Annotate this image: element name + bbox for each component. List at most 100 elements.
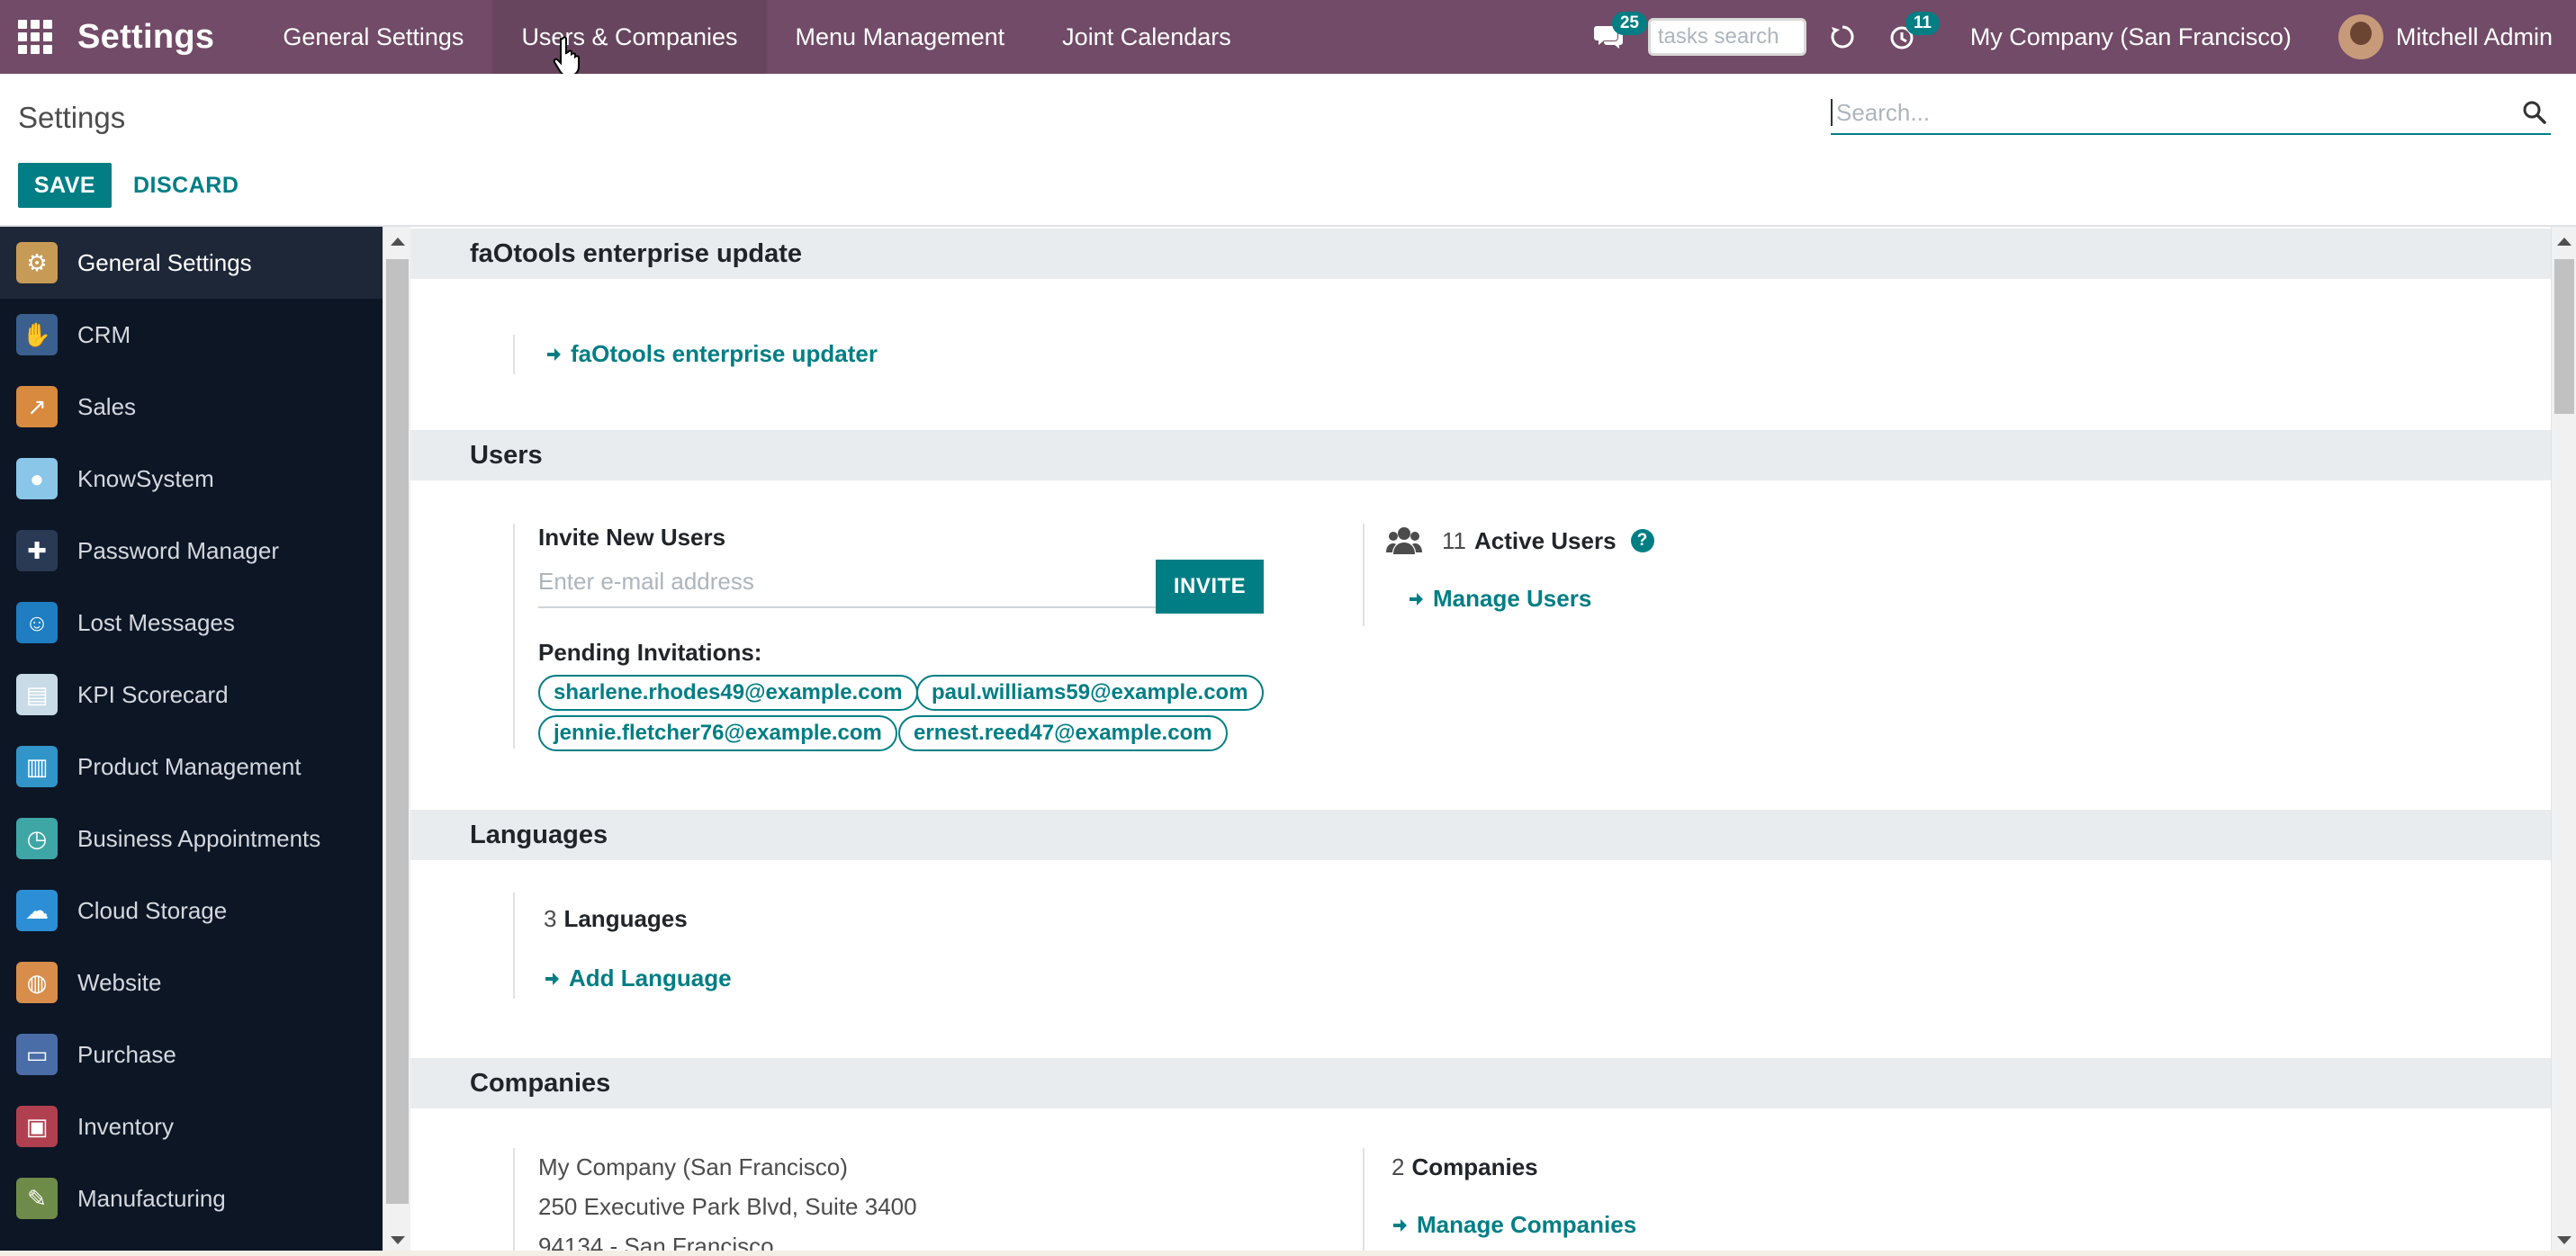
invite-label: Invite New Users <box>538 524 726 551</box>
sidebar-item-purchase[interactable]: ▭ Purchase <box>0 1018 383 1090</box>
users-icon <box>1386 527 1422 554</box>
section-languages-title: Languages <box>410 810 2551 860</box>
pending-invitation-pill[interactable]: ernest.reed47@example.com <box>898 715 1228 751</box>
languages-count-row: 3 Languages <box>544 905 688 933</box>
languages-label: Languages <box>563 905 688 932</box>
chat-refresh-icon[interactable] <box>1826 21 1859 53</box>
arrow-right-icon <box>547 347 561 361</box>
sidebar-item-kpi-scorecard[interactable]: ▤ KPI Scorecard <box>0 659 383 731</box>
settings-search[interactable]: Search... <box>1831 92 2551 135</box>
globe-icon: ◍ <box>16 962 58 1003</box>
user-menu[interactable]: Mitchell Admin <box>2396 23 2553 51</box>
wrench-icon: ✎ <box>16 1178 58 1219</box>
content-scroll-thumb[interactable] <box>2554 259 2574 414</box>
sidebar-scroll-thumb[interactable] <box>386 259 409 1204</box>
invite-button[interactable]: INVITE <box>1156 560 1264 614</box>
sidebar-item-website[interactable]: ◍ Website <box>0 946 383 1018</box>
content-scrollbar[interactable] <box>2551 227 2576 1256</box>
menu-users-companies[interactable]: Users & Companies <box>492 0 767 74</box>
pending-invitation-pill[interactable]: paul.williams59@example.com <box>916 675 1264 711</box>
companies-count-setting: 2 Companies Manage Companies <box>1363 1148 1903 1256</box>
sidebar-item-crm[interactable]: ✋ CRM <box>0 299 383 371</box>
sidebar-item-lost-messages[interactable]: ☺ Lost Messages <box>0 587 383 659</box>
invite-users-setting: Invite New Users Enter e-mail address IN… <box>513 524 1323 751</box>
sidebar-item-business-appointments[interactable]: ◷ Business Appointments <box>0 803 383 875</box>
save-button[interactable]: SAVE <box>18 163 112 208</box>
user-avatar[interactable] <box>2337 14 2383 59</box>
sidebar-item-cloud-storage[interactable]: ☁ Cloud Storage <box>0 875 383 946</box>
sidebar-item-sales[interactable]: ↗ Sales <box>0 371 383 443</box>
sidebar-item-label: Product Management <box>77 752 302 780</box>
clock-icon: ◷ <box>16 818 58 859</box>
activity-clock-icon[interactable]: 11 <box>1886 12 1940 53</box>
sidebar-item-inventory[interactable]: ▣ Inventory <box>0 1090 383 1162</box>
companies-label: Companies <box>1411 1153 1538 1180</box>
manage-users-label: Manage Users <box>1433 585 1592 612</box>
systray: 25 tasks search 11 My Company (San Franc… <box>1592 0 2576 74</box>
arrow-right-icon <box>1393 1218 1407 1232</box>
sidebar-item-label: Website <box>77 968 162 996</box>
invite-email-input[interactable]: Enter e-mail address <box>538 556 1156 608</box>
menu-joint-calendars[interactable]: Joint Calendars <box>1033 0 1260 74</box>
tasks-search-input[interactable]: tasks search <box>1647 18 1806 56</box>
sidebar-scrollbar[interactable] <box>383 227 410 1256</box>
languages-setting: 3 Languages Add Language <box>513 893 1053 999</box>
manage-users-link[interactable]: Manage Users <box>1408 585 1591 613</box>
box-icon: ▣ <box>16 1106 58 1147</box>
sidebar-item-label: KnowSystem <box>77 464 214 492</box>
company-name: My Company (San Francisco) <box>538 1153 848 1180</box>
sidebar-item-label: Cloud Storage <box>77 896 228 924</box>
sidebar-item-label: Password Manager <box>77 536 279 564</box>
manage-companies-link[interactable]: Manage Companies <box>1392 1211 1636 1239</box>
person-icon: ☺ <box>16 602 58 643</box>
pending-invitation-pill[interactable]: sharlene.rhodes49@example.com <box>538 675 918 711</box>
menu-menu-management[interactable]: Menu Management <box>767 0 1034 74</box>
app-brand[interactable]: Settings <box>77 18 214 57</box>
bottom-edge <box>0 1251 2576 1256</box>
main-menu: General Settings Users & Companies Menu … <box>254 0 1259 74</box>
faotools-updater-link[interactable]: faOtools enterprise updater <box>545 340 878 368</box>
page-title: Settings <box>18 101 126 134</box>
active-users-label: Active Users <box>1474 526 1617 554</box>
settings-sidebar: ⚙ General Settings ✋ CRM ↗ Sales ● KnowSystem ✚ P… <box>0 227 383 1256</box>
pending-invitation-pill[interactable]: jennie.fletcher76@example.com <box>538 715 897 751</box>
search-icon[interactable] <box>2522 100 2547 125</box>
sidebar-item-knowsystem[interactable]: ● KnowSystem <box>0 443 383 515</box>
sidebar-item-manufacturing[interactable]: ✎ Manufacturing <box>0 1162 383 1234</box>
faotools-updater-label: faOtools enterprise updater <box>571 340 878 367</box>
discard-button[interactable]: DISCARD <box>133 163 239 208</box>
messages-badge: 25 <box>1611 12 1647 35</box>
settings-content: faOtools enterprise update faOtools ente… <box>410 227 2551 1256</box>
chart-icon: ↗ <box>16 386 58 427</box>
menu-general-settings[interactable]: General Settings <box>254 0 492 74</box>
arrow-right-icon <box>545 972 559 985</box>
section-faotools-title: faOtools enterprise update <box>410 229 2551 279</box>
add-language-link[interactable]: Add Language <box>544 964 732 992</box>
control-panel: Settings Search... SAVE DISCARD <box>0 74 2576 227</box>
company-info-setting: My Company (San Francisco) 250 Executive… <box>513 1148 1323 1256</box>
sidebar-item-label: KPI Scorecard <box>77 680 229 708</box>
brain-icon: ● <box>16 458 58 499</box>
sidebar-item-label: Inventory <box>77 1112 174 1140</box>
gear-icon: ⚙ <box>16 242 58 283</box>
sidebar-item-password-manager[interactable]: ✚ Password Manager <box>0 515 383 587</box>
sidebar-item-label: Purchase <box>77 1040 176 1068</box>
hand-cursor-icon <box>553 36 580 76</box>
sidebar-item-label: Sales <box>77 392 137 420</box>
barcode-icon: ▥ <box>16 746 58 787</box>
settings-search-input[interactable]: Search... <box>1831 99 2522 126</box>
top-navbar: Settings General Settings Users & Compan… <box>0 0 2576 74</box>
sidebar-item-product-management[interactable]: ▥ Product Management <box>0 731 383 803</box>
sidebar-item-general-settings[interactable]: ⚙ General Settings <box>0 227 383 299</box>
scorecard-icon: ▤ <box>16 674 58 715</box>
sidebar-item-label: Business Appointments <box>77 824 321 852</box>
active-users-setting: 11 Active Users ? Manage Users <box>1363 524 1903 626</box>
handshake-icon: ✋ <box>16 314 58 355</box>
apps-menu-icon[interactable] <box>18 20 52 54</box>
help-icon[interactable]: ? <box>1630 529 1654 552</box>
active-users-count: 11 <box>1442 526 1466 554</box>
add-language-label: Add Language <box>569 964 732 991</box>
company-switcher[interactable]: My Company (San Francisco) <box>1970 23 2292 51</box>
messages-icon[interactable]: 25 <box>1592 12 1647 53</box>
section-companies-title: Companies <box>410 1058 2551 1108</box>
